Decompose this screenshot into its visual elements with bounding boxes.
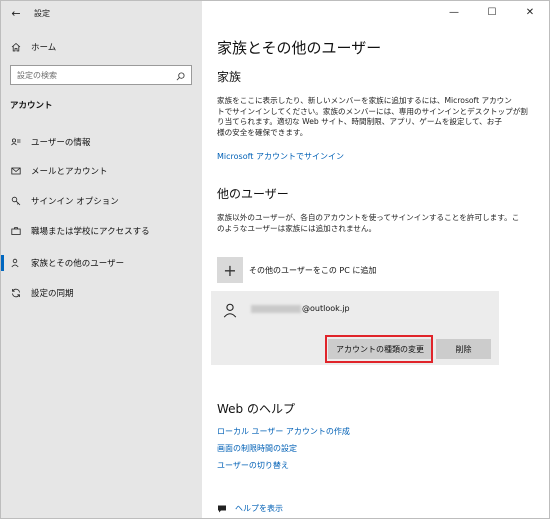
mail-icon xyxy=(1,166,31,176)
help-link-screen-time[interactable]: 画面の制限時間の設定 xyxy=(217,443,297,454)
sidebar-item-label: ユーザーの情報 xyxy=(31,138,91,148)
back-button[interactable]: ← xyxy=(1,1,31,25)
page-title: 家族とその他のユーザー xyxy=(217,39,382,57)
titlebar-left: ← 設定 xyxy=(1,1,202,25)
maximize-icon: ☐ xyxy=(487,6,497,18)
sidebar-item-home[interactable]: ホーム xyxy=(1,36,202,58)
window-controls: — ☐ ✕ xyxy=(435,1,549,25)
key-icon xyxy=(1,196,31,206)
remove-button[interactable]: 削除 xyxy=(436,339,491,359)
sidebar-item-sync-settings[interactable]: 設定の同期 xyxy=(1,282,202,304)
sidebar-item-label: 家族とその他のユーザー xyxy=(31,259,125,269)
other-users-description-line: 家族以外のユーザーが、各自のアカウントを使ってサインインすることを許可します。こ xyxy=(217,213,520,222)
user-card-icon xyxy=(1,137,31,147)
sidebar-item-label: 設定の同期 xyxy=(31,289,74,299)
user-email-domain: @outlook.jp xyxy=(302,304,350,313)
people-icon xyxy=(1,258,31,268)
window-title: 設定 xyxy=(34,8,50,18)
sidebar-item-label: 職場または学校にアクセスする xyxy=(31,227,150,237)
sidebar-item-work-school[interactable]: 職場または学校にアクセスする xyxy=(1,220,202,242)
settings-window: ← 設定 ホーム 設定の検索 アカウント ユーザーの情報 メールとアカウント サ… xyxy=(0,0,550,519)
main-content: — ☐ ✕ 家族とその他のユーザー 家族 家族をここに表示したり、新しいメンバー… xyxy=(202,1,549,518)
close-icon: ✕ xyxy=(525,6,535,18)
briefcase-icon xyxy=(1,226,31,236)
sidebar-item-your-info[interactable]: ユーザーの情報 xyxy=(1,131,202,153)
microsoft-signin-link[interactable]: Microsoft アカウントでサインイン xyxy=(217,151,344,162)
search-placeholder: 設定の検索 xyxy=(17,70,57,80)
user-email: @outlook.jp xyxy=(251,304,350,313)
show-help-button[interactable]: ヘルプを表示 xyxy=(217,499,283,518)
other-users-description: 家族以外のユーザーが、各自のアカウントを使ってサインインすることを許可します。こ… xyxy=(217,213,537,234)
show-help-label: ヘルプを表示 xyxy=(235,504,283,513)
help-link-switch-users[interactable]: ユーザーの切り替え xyxy=(217,460,289,471)
maximize-button[interactable]: ☐ xyxy=(473,1,511,23)
sidebar: ← 設定 ホーム 設定の検索 アカウント ユーザーの情報 メールとアカウント サ… xyxy=(1,1,202,518)
other-users-description-line: のようなユーザーは家族には追加されません。 xyxy=(217,223,377,233)
family-description-line: トでサインインしてください。家族のメンバーには、専用のサインインとデスクトップが… xyxy=(217,106,528,116)
family-description-line: 様の安全を確保できます。 xyxy=(217,127,308,137)
family-description: 家族をここに表示したり、新しいメンバーを家族に追加するには、Microsoft … xyxy=(217,96,537,138)
other-users-heading: 他のユーザー xyxy=(217,187,289,201)
redacted-username xyxy=(251,304,301,313)
web-help-heading: Web のヘルプ xyxy=(217,402,295,416)
help-chat-icon xyxy=(217,499,235,518)
back-arrow-icon: ← xyxy=(11,6,21,20)
family-description-line: り当てられます。適切な Web サイト、時間制限、アプリ、ゲームを設定して、お子 xyxy=(217,117,502,126)
minimize-button[interactable]: — xyxy=(435,1,473,23)
sync-icon xyxy=(1,288,31,298)
add-user-label: その他のユーザーをこの PC に追加 xyxy=(249,265,377,275)
sidebar-item-email-accounts[interactable]: メールとアカウント xyxy=(1,160,202,182)
sidebar-item-family-other-users[interactable]: 家族とその他のユーザー xyxy=(1,252,202,274)
highlight-frame xyxy=(325,335,433,363)
sidebar-item-signin-options[interactable]: サインイン オプション xyxy=(1,190,202,212)
home-icon xyxy=(1,42,31,52)
sidebar-item-label: サインイン オプション xyxy=(31,197,119,207)
search-icon xyxy=(176,66,185,85)
family-heading: 家族 xyxy=(217,70,242,84)
help-link-local-account[interactable]: ローカル ユーザー アカウントの作成 xyxy=(217,426,350,437)
minimize-icon: — xyxy=(449,6,459,18)
section-label-accounts: アカウント xyxy=(10,101,53,111)
close-button[interactable]: ✕ xyxy=(511,1,549,23)
user-avatar-icon xyxy=(221,301,239,319)
add-user-button[interactable]: + その他のユーザーをこの PC に追加 xyxy=(217,256,376,284)
sidebar-item-label: ホーム xyxy=(31,43,57,53)
sidebar-item-label: メールとアカウント xyxy=(31,167,108,177)
plus-icon: + xyxy=(217,257,243,283)
family-description-line: 家族をここに表示したり、新しいメンバーを家族に追加するには、Microsoft … xyxy=(217,96,512,105)
search-input[interactable]: 設定の検索 xyxy=(10,65,192,85)
